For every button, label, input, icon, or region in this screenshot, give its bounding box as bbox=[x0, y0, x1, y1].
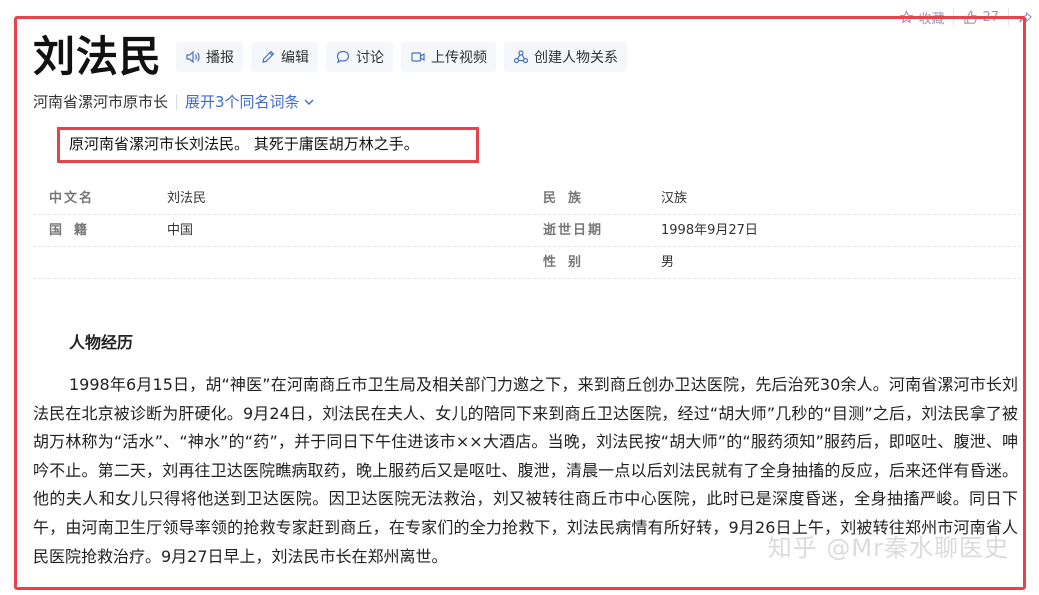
watermark: 知乎 @Mr秦水聊医史 bbox=[767, 534, 1009, 562]
chevron-down-icon bbox=[304, 99, 314, 105]
info-row: 中文名 刘法民 民族 汉族 bbox=[33, 183, 1021, 215]
info-value: 汉族 bbox=[661, 191, 688, 206]
upload-video-label: 上传视频 bbox=[431, 50, 488, 66]
info-value: 男 bbox=[661, 255, 675, 270]
create-relation-label: 创建人物关系 bbox=[534, 50, 619, 66]
chat-bubble-icon bbox=[336, 50, 350, 64]
entry-description: 河南省漯河市原市长 bbox=[33, 93, 169, 111]
speaker-icon bbox=[186, 50, 200, 64]
entry-summary: 原河南省漯河市长刘法民。 其死于庸医胡万林之手。 bbox=[69, 135, 419, 153]
basic-info-table: 中文名 刘法民 民族 汉族 国籍 中国 逝世日期 1998年9月27日 性别 男 bbox=[33, 183, 1021, 279]
entry-header: 刘法民 播报 编辑 讨论 上传视频 创建人物关系 bbox=[33, 31, 628, 83]
divider bbox=[176, 93, 178, 110]
info-label: 性别 bbox=[543, 255, 594, 270]
info-value: 中国 bbox=[167, 223, 194, 238]
read-aloud-label: 播报 bbox=[206, 50, 235, 66]
info-label: 中文名 bbox=[49, 191, 95, 206]
edit-button[interactable]: 编辑 bbox=[251, 42, 319, 72]
highlight-frame: 刘法民 播报 编辑 讨论 上传视频 创建人物关系 河南省漯河市原市长 展开3个同… bbox=[14, 16, 1026, 590]
info-label: 国籍 bbox=[49, 223, 100, 238]
info-row: 国籍 中国 逝世日期 1998年9月27日 bbox=[33, 215, 1021, 247]
people-relation-icon bbox=[513, 50, 529, 64]
pencil-icon bbox=[262, 50, 275, 63]
discuss-button[interactable]: 讨论 bbox=[326, 42, 394, 72]
section-title: 人物经历 bbox=[69, 333, 134, 352]
page-title: 刘法民 bbox=[33, 32, 163, 81]
info-value: 刘法民 bbox=[167, 191, 207, 206]
create-relation-button[interactable]: 创建人物关系 bbox=[504, 42, 628, 72]
expand-homonyms-link[interactable]: 展开3个同名词条 bbox=[185, 91, 315, 112]
upload-video-button[interactable]: 上传视频 bbox=[401, 42, 497, 72]
info-row: 性别 男 bbox=[33, 247, 1021, 279]
entry-toolbar: 播报 编辑 讨论 上传视频 创建人物关系 bbox=[176, 42, 628, 72]
edit-label: 编辑 bbox=[281, 50, 310, 66]
info-label: 逝世日期 bbox=[543, 223, 604, 238]
info-value: 1998年9月27日 bbox=[661, 223, 758, 238]
entry-subtitle: 河南省漯河市原市长 展开3个同名词条 bbox=[33, 91, 315, 112]
discuss-label: 讨论 bbox=[356, 50, 385, 66]
expand-homonyms-label: 展开3个同名词条 bbox=[185, 93, 300, 111]
video-camera-icon bbox=[411, 52, 425, 62]
info-label: 民族 bbox=[543, 191, 594, 206]
read-aloud-button[interactable]: 播报 bbox=[176, 42, 244, 72]
